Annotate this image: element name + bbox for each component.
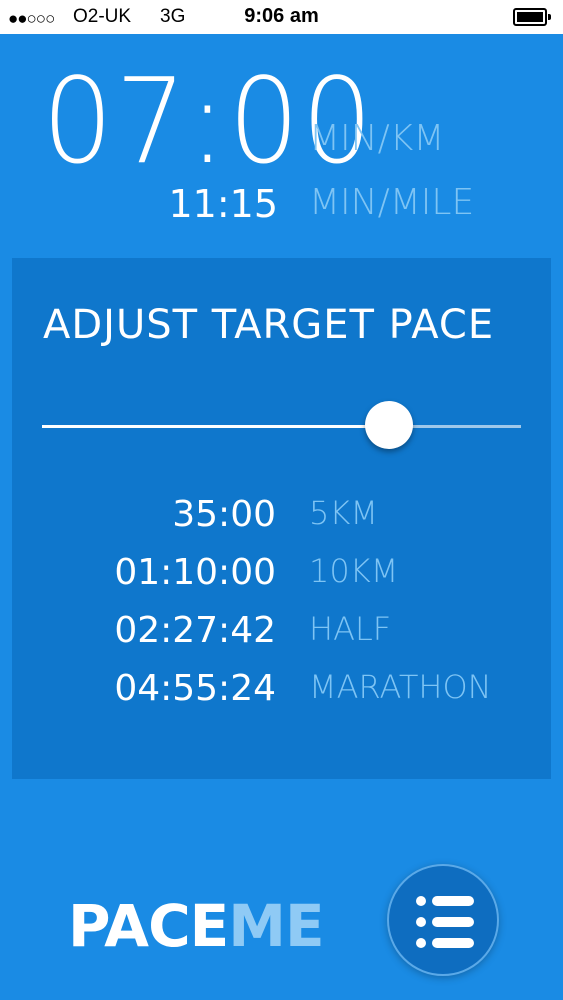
race-times-list: 35:00 5KM 01:10:00 10KM 02:27:42 HALF 04… (12, 494, 551, 726)
race-time-row: 02:27:42 HALF (12, 610, 551, 668)
logo-text-pace: PACE (68, 892, 229, 960)
race-time-row: 35:00 5KM (12, 494, 551, 552)
paceme-logo: PACEME (68, 892, 325, 960)
battery-icon (513, 8, 551, 26)
pace-per-mile-unit: MIN/MILE (309, 182, 475, 223)
slider-thumb[interactable] (365, 401, 413, 449)
race-time-value: 04:55:24 (114, 668, 276, 709)
race-distance-label: MARATHON (309, 668, 492, 706)
status-bar: ●●○○○ O2-UK 3G 9:06 am (0, 0, 563, 34)
race-time-value: 01:10:00 (114, 552, 276, 593)
race-distance-label: 5KM (309, 494, 378, 532)
race-distance-label: HALF (309, 610, 392, 648)
race-distance-label: 10KM (309, 552, 399, 590)
race-time-row: 04:55:24 MARATHON (12, 668, 551, 726)
status-time: 9:06 am (244, 5, 319, 27)
race-time-value: 35:00 (172, 494, 276, 535)
race-time-value: 02:27:42 (114, 610, 276, 651)
menu-button[interactable] (387, 864, 499, 976)
adjust-pace-panel: ADJUST TARGET PACE 35:00 5KM 01:10:00 10… (12, 258, 551, 779)
pace-per-km-unit: MIN/KM (309, 118, 445, 159)
panel-title: ADJUST TARGET PACE (43, 302, 495, 348)
pace-slider[interactable] (42, 398, 521, 454)
pace-per-mile-value: 11:15 (168, 182, 278, 226)
logo-text-me: ME (228, 892, 324, 960)
race-time-row: 01:10:00 10KM (12, 552, 551, 610)
slider-track-filled (42, 425, 389, 428)
